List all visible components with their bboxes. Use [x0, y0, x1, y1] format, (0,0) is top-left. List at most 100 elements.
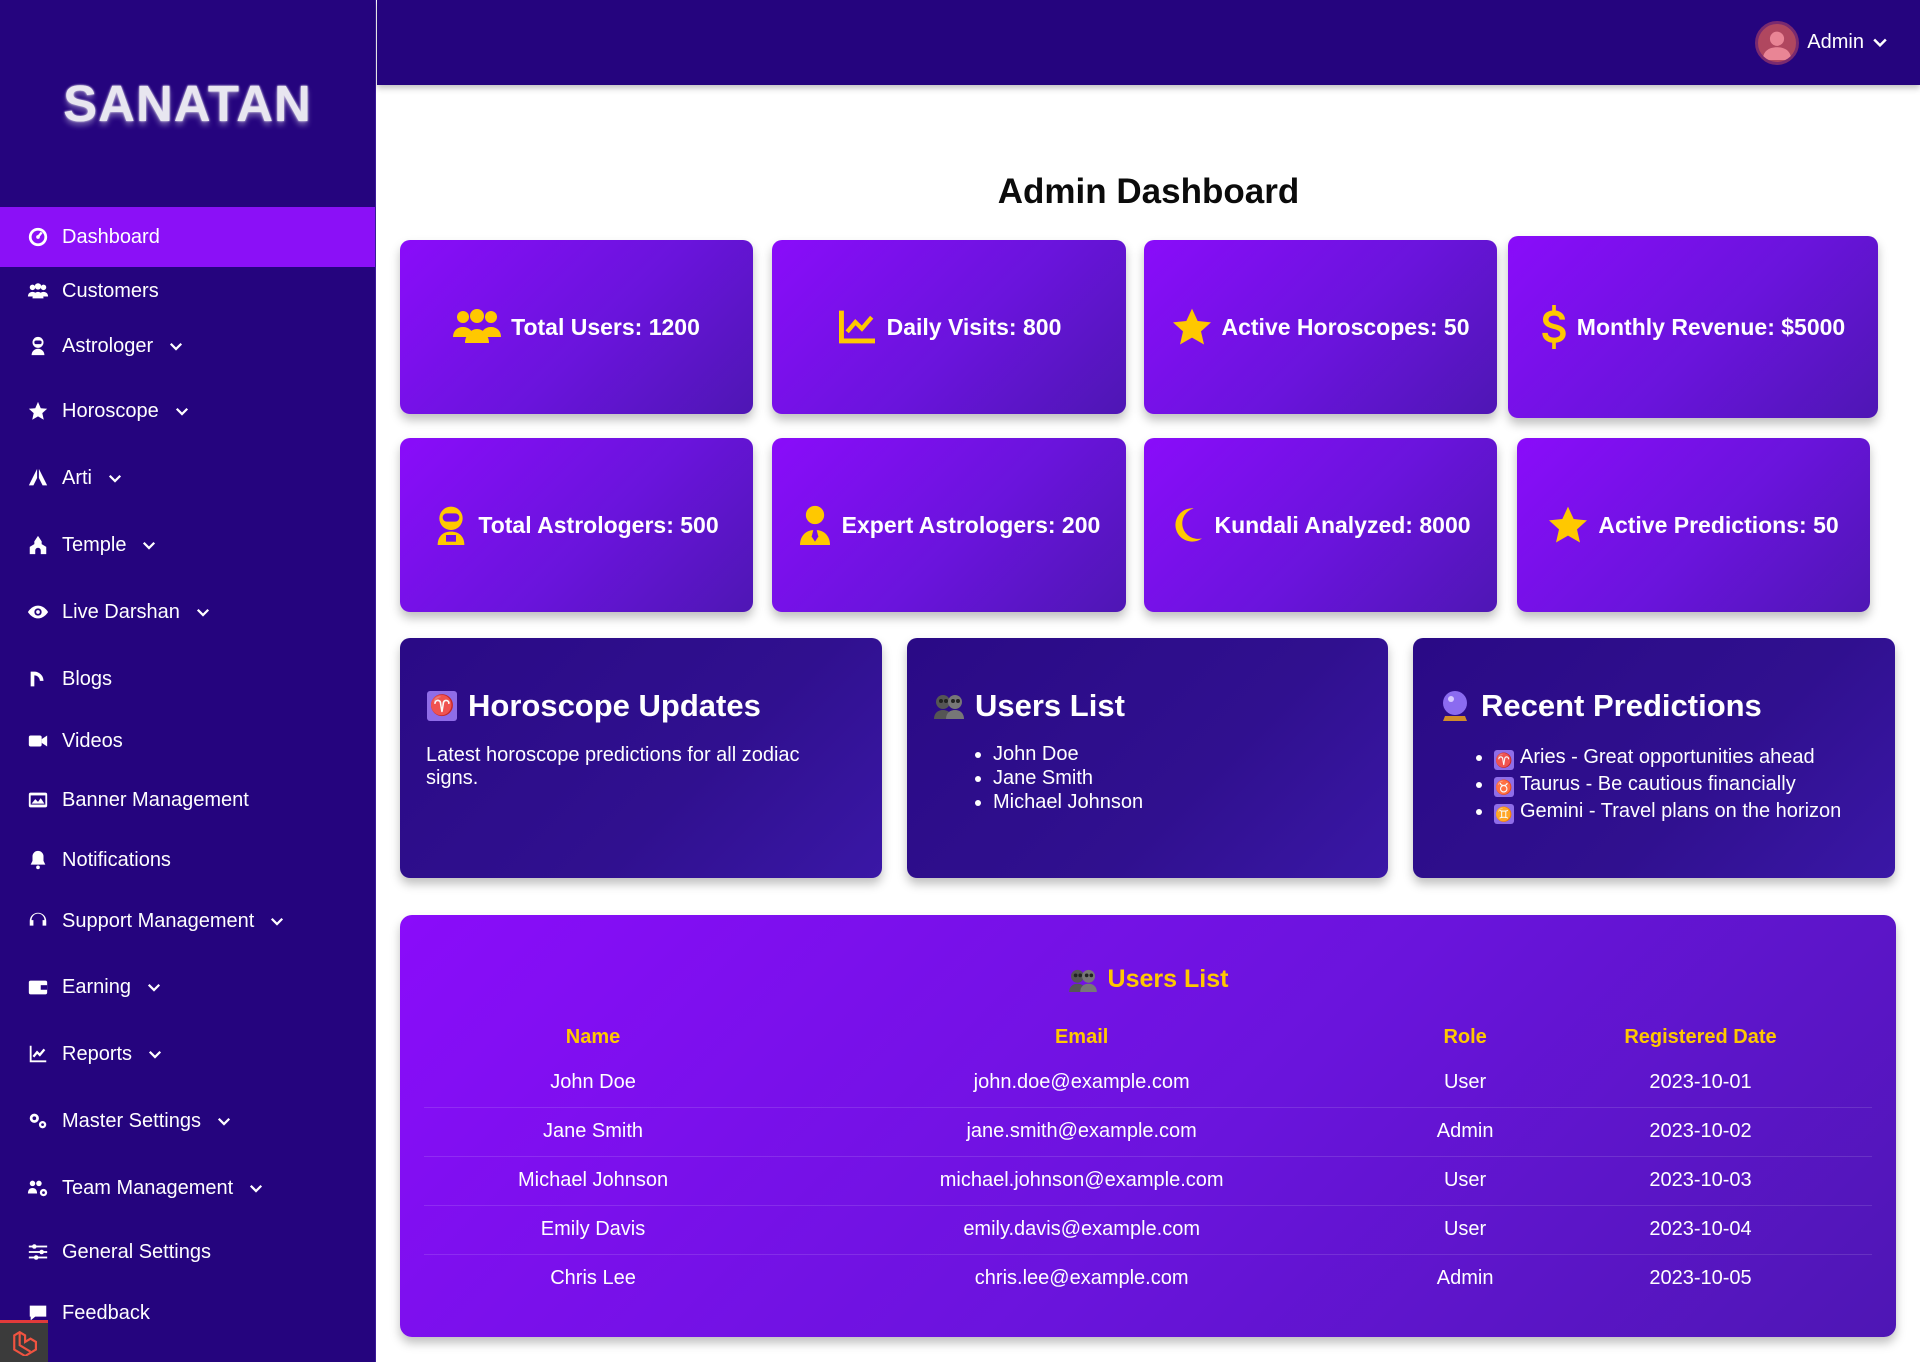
stat-label: Kundali Analyzed: 8000 [1214, 511, 1471, 538]
table-row[interactable]: Chris Lee chris.lee@example.com Admin 20… [424, 1254, 1872, 1303]
table-title-text: Users List [1107, 965, 1229, 993]
table-row[interactable]: Jane Smith jane.smith@example.com Admin … [424, 1107, 1872, 1157]
predictions-list: ♈ Aries - Great opportunities ahead ♉ Taur… [1494, 744, 1869, 825]
chevron-down-icon [1864, 28, 1890, 57]
dashboard-gauge-icon [24, 225, 52, 249]
cell-role: Admin [1401, 1107, 1529, 1157]
avatar [1755, 20, 1800, 65]
cell-role: User [1401, 1205, 1529, 1255]
sidebar-item-blogs[interactable]: Blogs [0, 645, 375, 713]
debugbar-toggle[interactable] [0, 1320, 48, 1362]
chevron-down-icon [140, 536, 158, 554]
cell-name: John Doe [424, 1058, 763, 1108]
table-row[interactable]: John Doe john.doe@example.com User 2023-… [424, 1058, 1872, 1108]
column-header-role[interactable]: Role [1401, 1016, 1529, 1058]
stat-card-total-astrologers[interactable]: Total Astrologers: 500 [400, 438, 753, 612]
users-list: John Doe Jane Smith Michael Johnson [993, 742, 1362, 814]
stat-card-expert-astrologers[interactable]: Expert Astrologers: 200 [772, 438, 1126, 612]
crystal-ball-icon [1439, 690, 1471, 722]
sidebar-item-notifications[interactable]: Notifications [0, 831, 375, 889]
moon-icon [1170, 505, 1204, 545]
cell-email: john.doe@example.com [762, 1058, 1402, 1108]
topbar: Admin [377, 0, 1920, 85]
list-item: ♉ Taurus - Be cautious financially [1494, 771, 1869, 798]
prediction-text: Taurus - Be cautious financially [1520, 773, 1796, 795]
sidebar-item-label: Master Settings [62, 1109, 201, 1132]
sidebar-item-label: Earning [62, 975, 131, 998]
praying-hands-icon [24, 466, 52, 490]
sidebar-item-temple[interactable]: Temple [0, 511, 375, 579]
cell-email: michael.johnson@example.com [762, 1156, 1402, 1206]
sidebar-item-label: Videos [62, 729, 123, 752]
stat-label: Daily Visits: 800 [886, 313, 1062, 340]
taurus-symbol-icon: ♉ [1494, 777, 1514, 797]
cell-date: 2023-10-03 [1528, 1156, 1872, 1206]
column-header-name[interactable]: Name [424, 1016, 762, 1058]
sidebar-item-customers[interactable]: Customers [0, 267, 375, 315]
sidebar-item-astrologer[interactable]: Astrologer [0, 315, 375, 377]
chevron-down-icon [106, 469, 124, 487]
column-header-email[interactable]: Email [762, 1016, 1401, 1058]
sidebar-item-general-settings[interactable]: General Settings [0, 1221, 375, 1283]
cell-role: User [1401, 1156, 1529, 1206]
stat-label: Total Users: 1200 [511, 313, 700, 340]
sidebar-item-live-darshan[interactable]: Live Darshan [0, 579, 375, 645]
headset-icon [24, 909, 52, 933]
stat-card-kundali-analyzed[interactable]: Kundali Analyzed: 8000 [1144, 438, 1497, 612]
sidebar-item-label: Temple [62, 533, 127, 556]
stat-label: Expert Astrologers: 200 [841, 511, 1101, 538]
star-icon [1548, 505, 1588, 545]
user-tie-icon [798, 505, 832, 545]
stat-label: Active Predictions: 50 [1598, 511, 1839, 538]
chart-line-icon [24, 1042, 52, 1066]
sidebar-item-master-settings[interactable]: Master Settings [0, 1087, 375, 1155]
users-table-card: Users List Name Email Role Registered Da… [400, 915, 1896, 1337]
user-astronaut-icon [24, 334, 52, 358]
cell-name: Chris Lee [550, 1267, 636, 1290]
two-people-icon [1068, 968, 1098, 992]
chevron-down-icon [215, 1112, 233, 1130]
dollar-sign-icon [1541, 305, 1567, 349]
table-row[interactable]: Emily Davis emily.davis@example.com User… [424, 1205, 1872, 1255]
sidebar-item-arti[interactable]: Arti [0, 445, 375, 511]
stat-card-monthly-revenue[interactable]: Monthly Revenue: $5000 [1508, 236, 1878, 418]
aries-symbol-icon: ♈ [1494, 750, 1514, 770]
sidebar-item-team-management[interactable]: Team Management [0, 1155, 375, 1221]
panel-title: ♈ Horoscope Updates [426, 688, 856, 724]
sidebar-item-banner-management[interactable]: Banner Management [0, 769, 375, 831]
sidebar-item-reports[interactable]: Reports [0, 1021, 375, 1087]
sidebar-item-dashboard[interactable]: Dashboard [0, 207, 375, 267]
panel-title: Recent Predictions [1439, 688, 1869, 724]
stat-card-active-horoscopes[interactable]: Active Horoscopes: 50 [1144, 240, 1497, 414]
blog-icon [24, 667, 52, 691]
panel-title-text: Recent Predictions [1481, 688, 1762, 723]
brand-logo[interactable]: SANATAN [0, 0, 375, 207]
gemini-symbol-icon: ♊ [1494, 804, 1514, 824]
cogs-icon [24, 1109, 52, 1133]
stat-label: Total Astrologers: 500 [478, 511, 719, 538]
laravel-logo-icon [13, 1330, 37, 1356]
sidebar-item-horoscope[interactable]: Horoscope [0, 377, 375, 445]
sidebar-item-earning[interactable]: Earning [0, 953, 375, 1021]
sidebar-item-label: Customers [62, 279, 159, 302]
chevron-down-icon [173, 402, 191, 420]
panel-description: Latest horoscope predictions for all zod… [426, 744, 800, 789]
sidebar-item-feedback[interactable]: Feedback [0, 1283, 375, 1343]
column-header-registered-date[interactable]: Registered Date [1529, 1016, 1872, 1058]
stat-card-daily-visits[interactable]: Daily Visits: 800 [772, 240, 1126, 414]
cell-email: chris.lee@example.com [974, 1267, 1189, 1290]
sidebar-item-videos[interactable]: Videos [0, 713, 375, 769]
sidebar-nav: Dashboard Customers Astrologer Horoscope… [0, 207, 375, 1343]
star-icon [1172, 307, 1212, 347]
sidebar-item-label: Blogs [62, 667, 113, 690]
images-icon [24, 788, 52, 812]
stat-card-total-users[interactable]: Total Users: 1200 [400, 240, 753, 414]
sidebar-item-label: Horoscope [62, 399, 159, 422]
sidebar-item-support-management[interactable]: Support Management [0, 889, 375, 953]
sidebar-item-label: General Settings [62, 1240, 211, 1263]
page-title: Admin Dashboard [997, 172, 1300, 211]
table-row[interactable]: Michael Johnson michael.johnson@example.… [424, 1156, 1872, 1206]
user-menu[interactable]: Admin [1755, 20, 1890, 65]
stat-card-active-predictions[interactable]: Active Predictions: 50 [1517, 438, 1870, 612]
star-icon [24, 399, 52, 423]
